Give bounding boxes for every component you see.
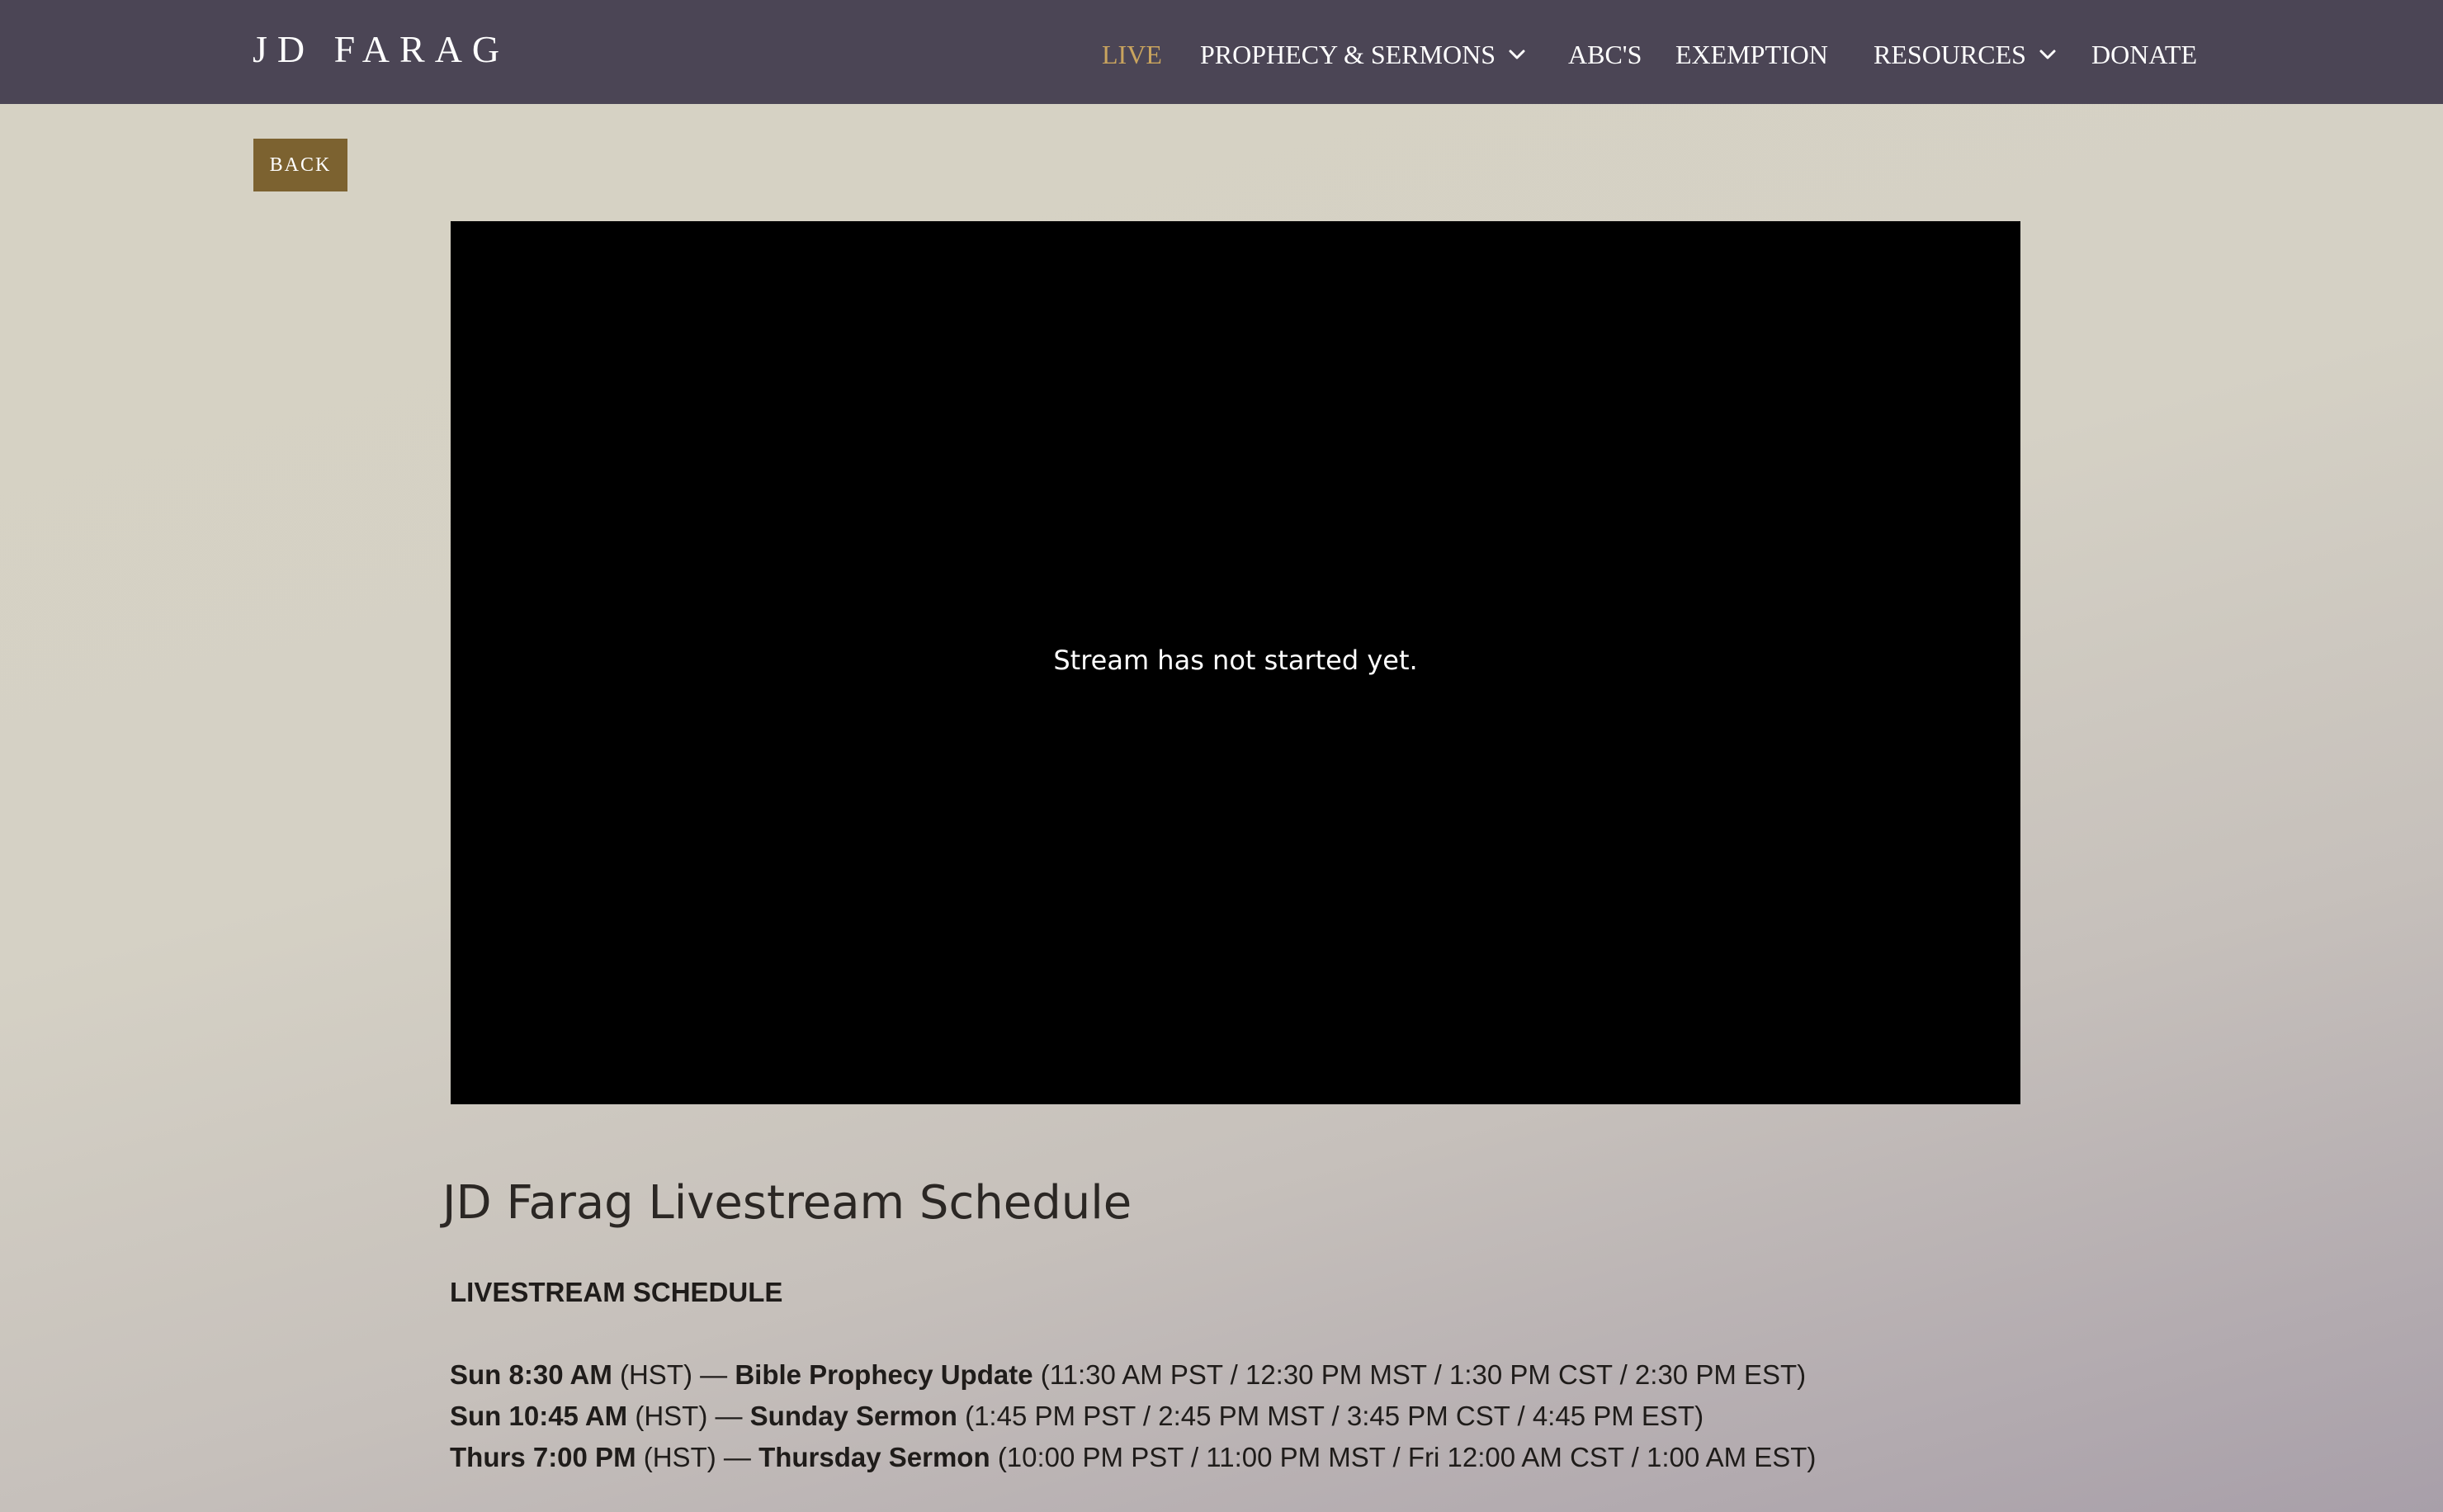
schedule-event: Sunday Sermon bbox=[749, 1401, 957, 1431]
nav-donate[interactable]: DONATE bbox=[2091, 31, 2197, 78]
nav-abcs-label: ABC'S bbox=[1568, 40, 1642, 69]
schedule-event: Thursday Sermon bbox=[758, 1442, 990, 1472]
nav-exemption[interactable]: EXEMPTION bbox=[1675, 31, 1828, 78]
page-title: JD Farag Livestream Schedule bbox=[442, 1176, 1132, 1230]
schedule-zone: (HST) — bbox=[635, 1401, 743, 1431]
chevron-down-icon bbox=[1507, 45, 1527, 64]
schedule-zone: (HST) — bbox=[643, 1442, 751, 1472]
nav-prophecy-sermons[interactable]: PROPHECY & SERMONS bbox=[1200, 31, 1527, 78]
nav-exemption-label: EXEMPTION bbox=[1675, 40, 1828, 69]
site-logo[interactable]: JD FARAG bbox=[253, 25, 509, 74]
schedule-time: Sun 10:45 AM bbox=[450, 1401, 628, 1431]
schedule-item: Thurs 7:00 PM (HST) — Thursday Sermon (1… bbox=[450, 1439, 1816, 1476]
nav-prophecy-sermons-label: PROPHECY & SERMONS bbox=[1200, 40, 1496, 69]
schedule-item: Sun 10:45 AM (HST) — Sunday Sermon (1:45… bbox=[450, 1398, 1703, 1434]
stream-status-message: Stream has not started yet. bbox=[1053, 645, 1418, 676]
schedule-other-times: (10:00 PM PST / 11:00 PM MST / Fri 12:00… bbox=[997, 1442, 1817, 1472]
nav-live[interactable]: LIVE bbox=[1102, 31, 1162, 78]
chevron-down-icon bbox=[2038, 45, 2058, 64]
nav-live-label: LIVE bbox=[1102, 40, 1162, 69]
schedule-event: Bible Prophecy Update bbox=[735, 1359, 1033, 1390]
nav-abcs[interactable]: ABC'S bbox=[1568, 31, 1642, 78]
nav-resources-label: RESOURCES bbox=[1874, 40, 2026, 69]
schedule-time: Sun 8:30 AM bbox=[450, 1359, 612, 1390]
schedule-time: Thurs 7:00 PM bbox=[450, 1442, 636, 1472]
schedule-other-times: (1:45 PM PST / 2:45 PM MST / 3:45 PM CST… bbox=[965, 1401, 1704, 1431]
schedule-other-times: (11:30 AM PST / 12:30 PM MST / 1:30 PM C… bbox=[1040, 1359, 1807, 1390]
schedule-heading: LIVESTREAM SCHEDULE bbox=[450, 1277, 783, 1307]
schedule-zone: (HST) — bbox=[619, 1359, 728, 1390]
site-header: JD FARAG LIVE PROPHECY & SERMONS ABC'S E… bbox=[0, 0, 2443, 104]
nav-donate-label: DONATE bbox=[2091, 40, 2197, 69]
back-button[interactable]: BACK bbox=[253, 139, 347, 191]
video-player[interactable]: Stream has not started yet. bbox=[451, 221, 2020, 1104]
nav-resources[interactable]: RESOURCES bbox=[1874, 31, 2058, 78]
schedule-item: Sun 8:30 AM (HST) — Bible Prophecy Updat… bbox=[450, 1357, 1806, 1393]
